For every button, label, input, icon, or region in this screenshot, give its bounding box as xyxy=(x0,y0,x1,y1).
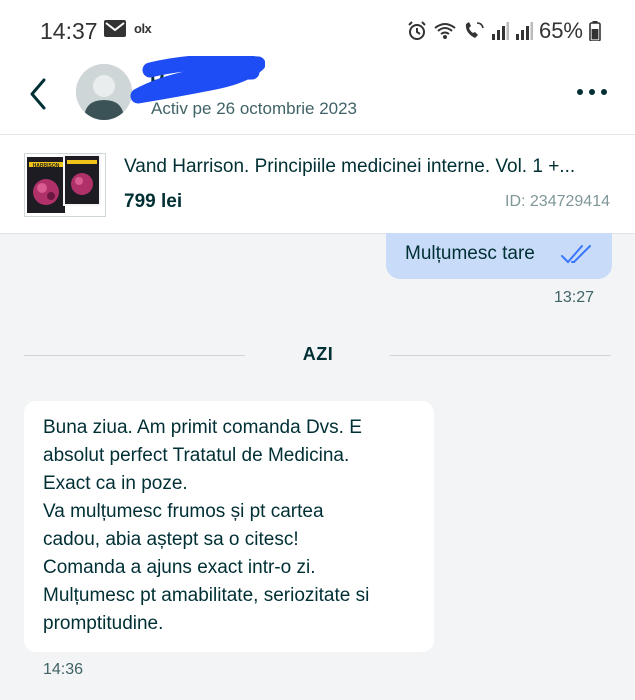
incoming-message-time: 14:36 xyxy=(43,661,84,678)
wifi-calling-icon xyxy=(465,22,484,38)
ad-title: Vand Harrison. Principiile medicinei int… xyxy=(124,156,576,177)
outgoing-message-time: 13:27 xyxy=(554,289,595,306)
incoming-message-line: absolut perfect Tratatul de Medicina. xyxy=(43,445,350,466)
incoming-message-line: promptitudine. xyxy=(43,613,164,634)
incoming-message-line: Buna ziua. Am primit comanda Dvs. E xyxy=(43,417,362,438)
mail-icon xyxy=(104,20,126,37)
ad-id: ID: 234729414 xyxy=(505,193,610,210)
signal-icon xyxy=(491,22,509,40)
chat-header: D Activ pe 26 octombrie 2023 xyxy=(0,56,635,135)
last-seen-text: Activ pe 26 octombrie 2023 xyxy=(151,99,358,118)
incoming-message-line: Mulțumesc pt amabilitate, seriozitate si xyxy=(43,585,370,606)
ad-summary-card[interactable]: HARRISON Vand Harrison. Principiile medi… xyxy=(0,135,635,234)
outgoing-message-bubble[interactable]: Mulțumesc tare xyxy=(386,233,612,279)
day-divider-label: AZI xyxy=(302,344,334,364)
thumb-title: HARRISON xyxy=(33,163,60,169)
system-icons: 65% xyxy=(407,18,601,44)
battery-icon xyxy=(589,21,601,41)
ad-price: 799 lei xyxy=(124,191,183,212)
olx-notification-icon: olx xyxy=(134,21,152,36)
incoming-message-line: Comanda a ajuns exact intr-o zi. xyxy=(43,557,316,578)
wifi-icon xyxy=(434,23,456,39)
incoming-message-bubble[interactable]: Buna ziua. Am primit comanda Dvs. E abso… xyxy=(24,401,434,652)
divider-line-right xyxy=(390,355,611,356)
incoming-message-line: cadou, abia aștept sa o citesc! xyxy=(43,529,299,550)
signal-icon xyxy=(515,22,533,40)
alarm-icon xyxy=(408,21,426,40)
battery-percent: 65% xyxy=(538,18,583,43)
more-options-icon[interactable] xyxy=(575,82,609,102)
book-cover-image: HARRISON xyxy=(25,154,105,216)
status-bar: 14:37 olx 65% xyxy=(0,0,635,62)
status-time: 14:37 xyxy=(40,18,98,44)
ad-thumbnail: HARRISON xyxy=(24,153,106,217)
notification-icons: olx xyxy=(104,20,152,37)
incoming-message-line: Va mulțumesc frumos și pt cartea xyxy=(43,501,324,522)
incoming-message-line: Exact ca in poze. xyxy=(43,473,188,494)
outgoing-message-text: Mulțumesc tare xyxy=(405,243,535,264)
double-check-read-icon xyxy=(561,245,591,264)
divider-line-left xyxy=(24,355,245,356)
back-arrow-icon[interactable] xyxy=(24,74,54,114)
